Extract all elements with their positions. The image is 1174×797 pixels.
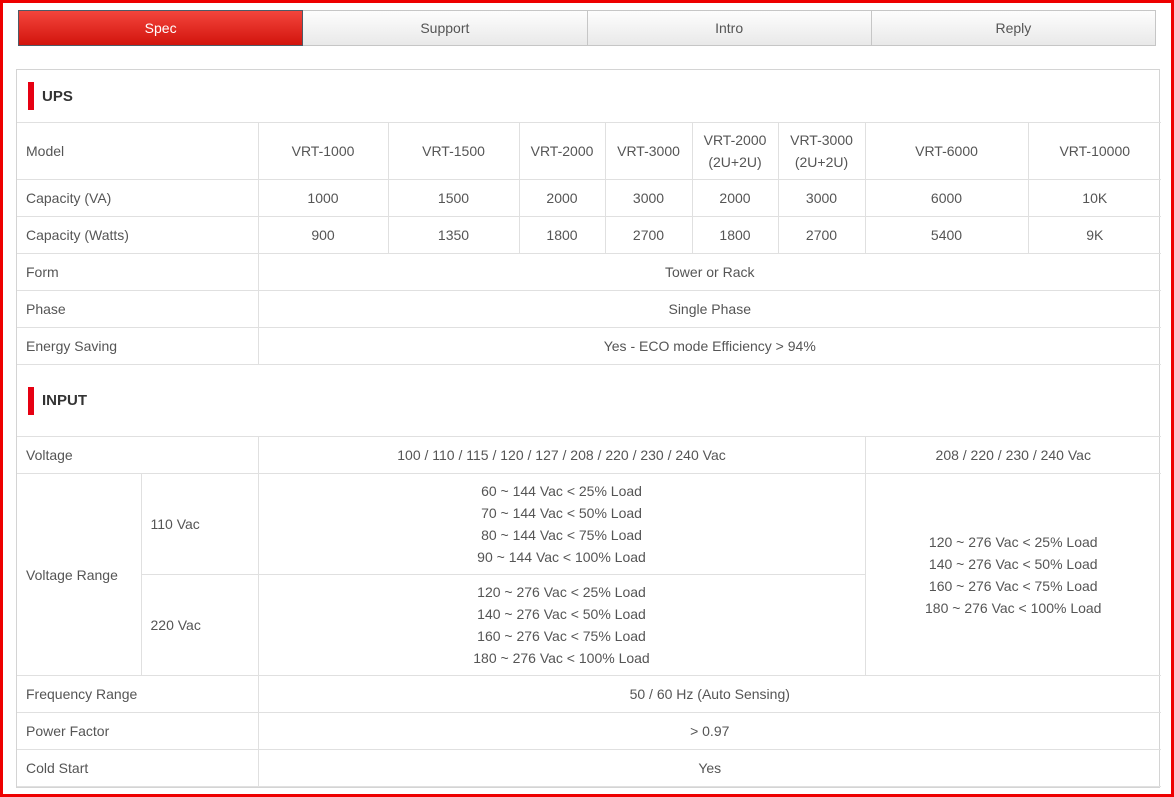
capacity-va-cell: 2000 [518, 179, 606, 217]
tab-support[interactable]: Support [303, 10, 588, 46]
capacity-va-cell: 2000 [691, 179, 779, 217]
row-label-frequency-range: Frequency Range [17, 675, 259, 713]
sub-label-220vac: 220 Vac [141, 574, 259, 676]
form-value-cell: Tower or Rack [257, 253, 1161, 291]
voltage-right-cell: 208 / 220 / 230 / 240 Vac [864, 436, 1161, 474]
model-cell: VRT-2000 (2U+2U) [691, 122, 779, 180]
capacity-watts-cell: 1350 [387, 216, 520, 254]
row-label-cold-start: Cold Start [17, 749, 259, 787]
row-label-power-factor: Power Factor [17, 712, 259, 750]
capacity-va-cell: 1000 [257, 179, 389, 217]
table-row-form: Form Tower or Rack [17, 253, 1161, 291]
model-cell: VRT-2000 [518, 122, 606, 180]
voltage-range-110-cell: 60 ~ 144 Vac < 25% Load 70 ~ 144 Vac < 5… [257, 473, 866, 575]
capacity-va-cell: 10K [1027, 179, 1161, 217]
section-accent-bar [28, 82, 34, 110]
capacity-watts-cell: 1800 [518, 216, 606, 254]
table-row-phase: Phase Single Phase [17, 290, 1161, 328]
table-row-voltage: Voltage 100 / 110 / 115 / 120 / 127 / 20… [17, 436, 1161, 474]
model-cell: VRT-3000 (2U+2U) [777, 122, 866, 180]
page-frame: Spec Support Intro Reply UPS Model VRT-1… [0, 0, 1174, 797]
table-row-capacity-watts: Capacity (Watts) 900 1350 1800 2700 1800… [17, 216, 1161, 254]
table-row-frequency-range: Frequency Range 50 / 60 Hz (Auto Sensing… [17, 675, 1161, 713]
capacity-va-cell: 6000 [864, 179, 1029, 217]
row-label-voltage: Voltage [17, 436, 259, 474]
frequency-range-value-cell: 50 / 60 Hz (Auto Sensing) [257, 675, 1161, 713]
table-row-power-factor: Power Factor > 0.97 [17, 712, 1161, 750]
spec-content-panel: UPS Model VRT-1000 VRT-1500 VRT-2000 VRT… [16, 69, 1161, 788]
row-label-voltage-range: Voltage Range [17, 473, 142, 676]
section-header-ups: UPS [17, 70, 1159, 122]
row-label-capacity-watts: Capacity (Watts) [17, 216, 259, 254]
capacity-watts-cell: 2700 [777, 216, 866, 254]
row-label-form: Form [17, 253, 259, 291]
capacity-va-cell: 1500 [387, 179, 520, 217]
model-cell: VRT-1500 [387, 122, 520, 180]
capacity-watts-cell: 2700 [604, 216, 693, 254]
power-factor-value-cell: > 0.97 [257, 712, 1161, 750]
model-cell: VRT-1000 [257, 122, 389, 180]
section-header-input: INPUT [17, 365, 1159, 436]
section-title-input: INPUT [42, 392, 87, 409]
tab-bar: Spec Support Intro Reply [18, 10, 1156, 46]
section-title-ups: UPS [42, 87, 73, 105]
input-spec-table: Voltage 100 / 110 / 115 / 120 / 127 / 20… [17, 436, 1161, 787]
table-row-energy-saving: Energy Saving Yes - ECO mode Efficiency … [17, 327, 1161, 365]
tab-intro[interactable]: Intro [587, 10, 872, 46]
voltage-main-cell: 100 / 110 / 115 / 120 / 127 / 208 / 220 … [257, 436, 866, 474]
tab-reply[interactable]: Reply [871, 10, 1156, 46]
cold-start-value-cell: Yes [257, 749, 1161, 787]
sub-label-110vac: 110 Vac [140, 473, 259, 575]
row-label-model: Model [17, 122, 259, 180]
ups-spec-table: Model VRT-1000 VRT-1500 VRT-2000 VRT-300… [17, 122, 1161, 365]
capacity-watts-cell: 1800 [691, 216, 779, 254]
voltage-range-220-cell: 120 ~ 276 Vac < 25% Load 140 ~ 276 Vac <… [257, 574, 865, 676]
capacity-watts-cell: 5400 [864, 216, 1029, 254]
section-accent-bar [28, 386, 34, 415]
capacity-watts-cell: 900 [257, 216, 389, 254]
table-row-model: Model VRT-1000 VRT-1500 VRT-2000 VRT-300… [17, 122, 1161, 180]
tab-spec[interactable]: Spec [18, 10, 304, 46]
capacity-watts-cell: 9K [1027, 216, 1161, 254]
row-label-capacity-va: Capacity (VA) [17, 179, 259, 217]
phase-value-cell: Single Phase [257, 290, 1161, 328]
energy-saving-value-cell: Yes - ECO mode Efficiency > 94% [257, 327, 1161, 365]
capacity-va-cell: 3000 [604, 179, 693, 217]
table-row-capacity-va: Capacity (VA) 1000 1500 2000 3000 2000 3… [17, 179, 1161, 217]
voltage-range-right-cell: 120 ~ 276 Vac < 25% Load 140 ~ 276 Vac <… [864, 473, 1161, 676]
model-cell: VRT-10000 [1027, 122, 1161, 180]
table-row-voltage-range-110: Voltage Range 110 Vac 60 ~ 144 Vac < 25%… [17, 473, 1161, 676]
row-label-phase: Phase [17, 290, 259, 328]
model-cell: VRT-6000 [864, 122, 1029, 180]
model-cell: VRT-3000 [604, 122, 693, 180]
capacity-va-cell: 3000 [777, 179, 866, 217]
row-label-energy-saving: Energy Saving [17, 327, 259, 365]
table-row-cold-start: Cold Start Yes [17, 749, 1161, 787]
